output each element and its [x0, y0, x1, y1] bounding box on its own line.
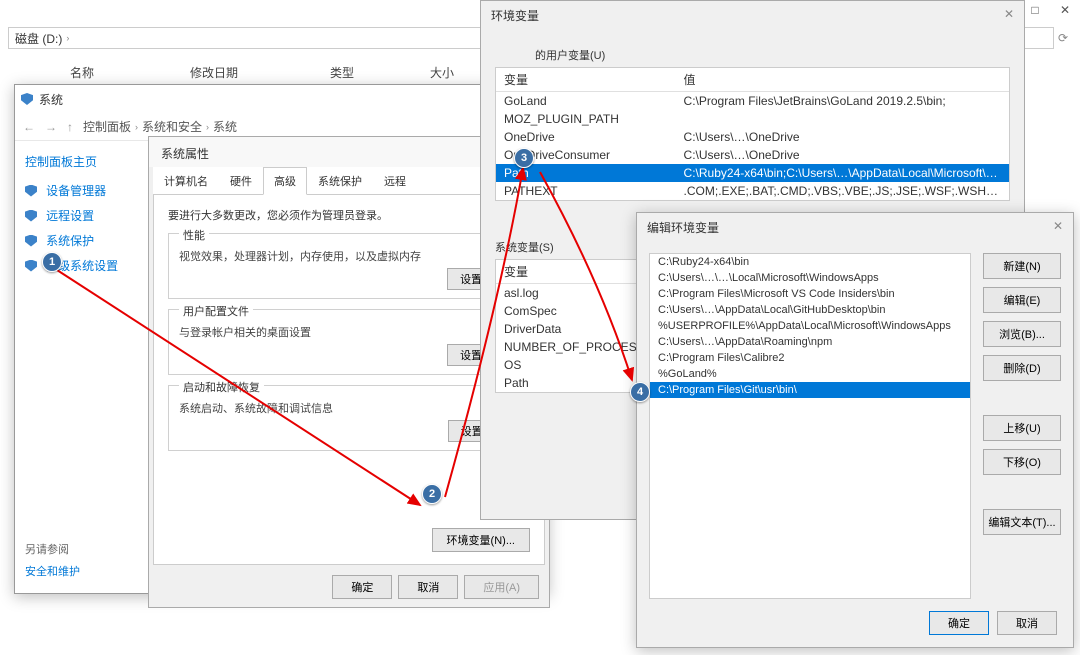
annotation-marker-1: 1 — [42, 252, 62, 272]
nav-up-icon[interactable]: ↑ — [67, 120, 73, 134]
perf-fieldset: 性能 视觉效果，处理器计划，内存使用，以及虚拟内存 设置(S)... — [168, 233, 530, 299]
cancel-button[interactable]: 取消 — [398, 575, 458, 599]
env-vars-button[interactable]: 环境变量(N)... — [432, 528, 530, 552]
profile-fieldset: 用户配置文件 与登录帐户相关的桌面设置 设置(E)... — [168, 309, 530, 375]
move-down-button[interactable]: 下移(O) — [983, 449, 1061, 475]
delete-button[interactable]: 删除(D) — [983, 355, 1061, 381]
move-up-button[interactable]: 上移(U) — [983, 415, 1061, 441]
list-item[interactable]: C:\Users\…\AppData\Roaming\npm — [650, 334, 970, 350]
system-sidebar: 控制面板主页 设备管理器 远程设置 系统保护 高级系统设置 另请参阅 安全和维护 — [15, 141, 145, 593]
edit-title: 编辑环境变量 — [647, 219, 719, 235]
annotation-marker-4: 4 — [630, 382, 650, 402]
props-footer: 确定 取消 应用(A) — [149, 569, 549, 605]
see-also-link[interactable]: 安全和维护 — [25, 563, 80, 579]
sidebar-item-remote[interactable]: 远程设置 — [25, 203, 145, 228]
table-row[interactable]: OneDriveConsumerC:\Users\…\OneDrive — [496, 146, 1009, 164]
env-title: 环境变量 — [491, 7, 539, 23]
close-icon[interactable]: ✕ — [1004, 7, 1014, 23]
sidebar-label: 远程设置 — [46, 207, 94, 224]
system-title: 系统 — [39, 91, 63, 108]
col-type[interactable]: 类型 — [330, 60, 430, 84]
chevron-right-icon: › — [135, 122, 138, 132]
tab-hardware[interactable]: 硬件 — [219, 167, 263, 195]
nav-fwd-icon[interactable]: → — [45, 120, 57, 134]
breadcrumb-2[interactable]: 系统 — [213, 118, 237, 135]
browse-button[interactable]: 浏览(B)... — [983, 321, 1061, 347]
shield-icon — [25, 260, 37, 272]
list-item[interactable]: C:\Program Files\Git\usr\bin\ — [650, 382, 970, 398]
apply-button[interactable]: 应用(A) — [464, 575, 539, 599]
sidebar-item-devmgr[interactable]: 设备管理器 — [25, 178, 145, 203]
col-date[interactable]: 修改日期 — [190, 60, 330, 84]
user-vars-label: 的用户变量(U) — [481, 29, 1024, 67]
new-button[interactable]: 新建(N) — [983, 253, 1061, 279]
startup-fieldset: 启动和故障恢复 系统启动、系统故障和调试信息 设置(T)... — [168, 385, 530, 451]
table-row[interactable]: GoLandC:\Program Files\JetBrains\GoLand … — [496, 92, 1009, 111]
system-titlebar: 系统 — [15, 85, 548, 113]
drive-label: 磁盘 (D:) — [15, 30, 62, 47]
close-icon[interactable]: ✕ — [1053, 219, 1063, 235]
table-row[interactable]: PATHEXT.COM;.EXE;.BAT;.CMD;.VBS;.VBE;.JS… — [496, 182, 1009, 200]
perf-legend: 性能 — [179, 227, 209, 243]
edit-button[interactable]: 编辑(E) — [983, 287, 1061, 313]
tab-protection[interactable]: 系统保护 — [307, 167, 373, 195]
perf-desc: 视觉效果，处理器计划，内存使用，以及虚拟内存 — [179, 248, 519, 264]
chevron-right-icon: › — [66, 33, 69, 43]
cancel-button[interactable]: 取消 — [997, 611, 1057, 635]
annotation-marker-3: 3 — [514, 148, 534, 168]
tab-remote[interactable]: 远程 — [373, 167, 417, 195]
shield-icon — [25, 185, 37, 197]
tab-computername[interactable]: 计算机名 — [153, 167, 219, 195]
edit-text-button[interactable]: 编辑文本(T)... — [983, 509, 1061, 535]
nav-back-icon[interactable]: ← — [23, 120, 35, 134]
annotation-marker-2: 2 — [422, 484, 442, 504]
edit-env-dialog: 编辑环境变量 ✕ C:\Ruby24-x64\binC:\Users\…\…\L… — [636, 212, 1074, 648]
close-icon[interactable]: ✕ — [1050, 0, 1080, 20]
table-row[interactable]: OneDriveC:\Users\…\OneDrive — [496, 128, 1009, 146]
sidebar-head[interactable]: 控制面板主页 — [25, 153, 145, 170]
list-item[interactable]: C:\Users\…\AppData\Local\GitHubDesktop\b… — [650, 302, 970, 318]
profile-legend: 用户配置文件 — [179, 303, 253, 319]
list-item[interactable]: C:\Program Files\Microsoft VS Code Insid… — [650, 286, 970, 302]
sidebar-item-protect[interactable]: 系统保护 — [25, 228, 145, 253]
list-item[interactable]: %USERPROFILE%\AppData\Local\Microsoft\Wi… — [650, 318, 970, 334]
col-name[interactable]: 名称 — [70, 60, 190, 84]
path-list[interactable]: C:\Ruby24-x64\binC:\Users\…\…\Local\Micr… — [649, 253, 971, 599]
refresh-icon[interactable]: ⟳ — [1054, 31, 1072, 45]
sidebar-label: 系统保护 — [46, 232, 94, 249]
shield-icon — [25, 235, 37, 247]
shield-icon — [25, 210, 37, 222]
edit-footer: 确定 取消 — [637, 611, 1073, 647]
ok-button[interactable]: 确定 — [929, 611, 989, 635]
system-icon — [21, 93, 33, 105]
ok-button[interactable]: 确定 — [332, 575, 392, 599]
startup-legend: 启动和故障恢复 — [179, 379, 264, 395]
edit-side-buttons: 新建(N) 编辑(E) 浏览(B)... 删除(D) 上移(U) 下移(O) 编… — [983, 253, 1061, 599]
list-item[interactable]: C:\Program Files\Calibre2 — [650, 350, 970, 366]
list-item[interactable]: %GoLand% — [650, 366, 970, 382]
edit-titlebar: 编辑环境变量 ✕ — [637, 213, 1073, 241]
user-vars-table[interactable]: 变量 值 GoLandC:\Program Files\JetBrains\Go… — [495, 67, 1010, 201]
env-titlebar: 环境变量 ✕ — [481, 1, 1024, 29]
table-row[interactable]: PathC:\Ruby24-x64\bin;C:\Users\…\AppData… — [496, 164, 1009, 182]
sidebar-label: 设备管理器 — [46, 182, 106, 199]
list-item[interactable]: C:\Ruby24-x64\bin — [650, 254, 970, 270]
breadcrumb-1[interactable]: 系统和安全 — [142, 118, 202, 135]
col-value[interactable]: 值 — [676, 68, 1009, 92]
breadcrumb-0[interactable]: 控制面板 — [83, 118, 131, 135]
profile-desc: 与登录帐户相关的桌面设置 — [179, 324, 519, 340]
table-row[interactable]: MOZ_PLUGIN_PATH — [496, 110, 1009, 128]
tab-advanced[interactable]: 高级 — [263, 167, 307, 195]
list-item[interactable]: C:\Users\…\…\Local\Microsoft\WindowsApps — [650, 270, 970, 286]
admin-info: 要进行大多数更改，您必须作为管理员登录。 — [168, 207, 530, 223]
see-also-label: 另请参阅 — [25, 541, 80, 557]
chevron-right-icon: › — [206, 122, 209, 132]
col-variable[interactable]: 变量 — [496, 68, 676, 92]
startup-desc: 系统启动、系统故障和调试信息 — [179, 400, 519, 416]
